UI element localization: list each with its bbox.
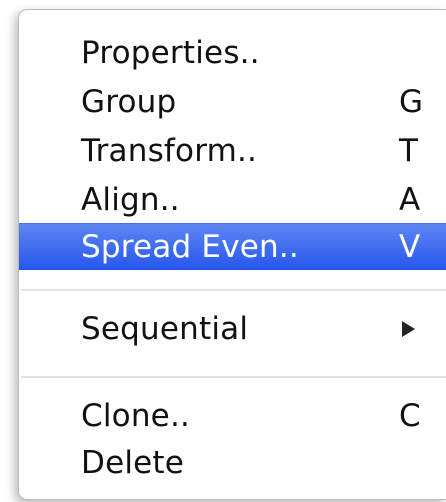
menu-item-label: Group	[81, 83, 177, 120]
context-menu: Properties.. Group G Transform.. T Align…	[18, 9, 446, 500]
menu-item-delete[interactable]: Delete	[19, 439, 446, 486]
shortcut-key: T	[399, 132, 418, 169]
submenu-arrow-icon	[402, 320, 415, 337]
menu-item-transform[interactable]: Transform.. T	[19, 127, 446, 174]
menu-item-label: Transform..	[81, 132, 258, 169]
menu-item-label: Properties..	[81, 34, 260, 71]
shortcut-key: A	[399, 181, 421, 218]
menu-separator	[21, 289, 446, 291]
menu-item-clone[interactable]: Clone.. C	[19, 392, 446, 439]
menu-item-sequential[interactable]: Sequential	[19, 305, 446, 352]
menu-item-label: Clone..	[81, 397, 191, 434]
menu-item-label: Spread Even..	[81, 229, 299, 265]
shortcut-key: C	[399, 397, 421, 434]
menu-item-label: Align..	[81, 181, 180, 218]
menu-item-align[interactable]: Align.. A	[19, 176, 446, 223]
menu-item-label: Delete	[81, 444, 185, 481]
shortcut-key: V	[399, 229, 421, 265]
shortcut-key: G	[399, 83, 424, 120]
menu-item-properties[interactable]: Properties..	[19, 29, 446, 76]
menu-item-group[interactable]: Group G	[19, 78, 446, 125]
menu-item-label: Sequential	[81, 310, 249, 347]
menu-separator	[21, 376, 446, 378]
menu-item-spread-even[interactable]: Spread Even.. V	[19, 223, 446, 270]
